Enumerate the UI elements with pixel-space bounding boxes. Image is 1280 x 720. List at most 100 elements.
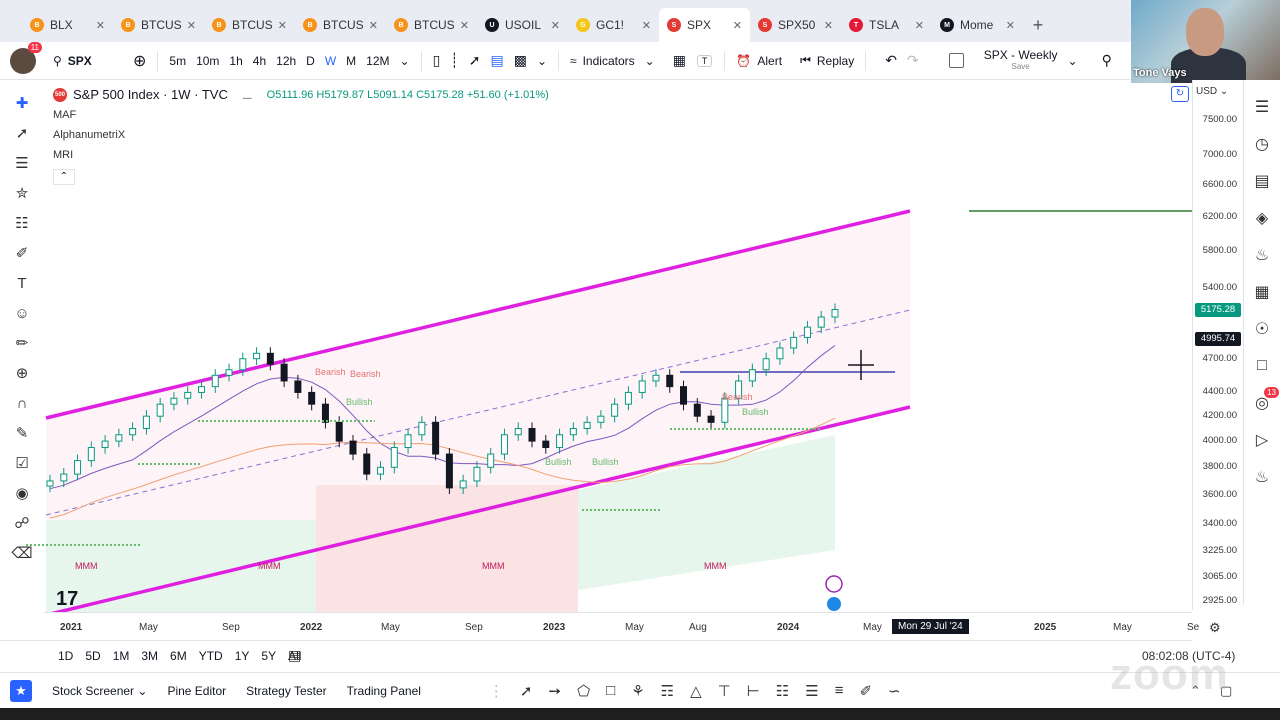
price-axis[interactable]: 7500.00 7000.00 6600.00 6200.00 5800.00 5400.… bbox=[1192, 80, 1243, 610]
series-dots-icon[interactable]: ⚊ bbox=[242, 85, 253, 105]
browser-tab[interactable]: B BTCUS ✕ bbox=[295, 8, 386, 42]
indicator-maf[interactable]: MAF bbox=[53, 105, 549, 125]
line-chart-type-icon[interactable]: ➚ bbox=[464, 52, 486, 69]
active-chart-type-icon[interactable]: ▤ bbox=[485, 52, 508, 69]
browser-tab[interactable]: G GC1! ✕ bbox=[568, 8, 659, 42]
browser-tab[interactable]: B BTCUS ✕ bbox=[204, 8, 295, 42]
fib-extension-icon[interactable]: ☰ bbox=[797, 682, 826, 700]
alerts-clock-icon[interactable]: ◷ bbox=[1247, 125, 1277, 162]
callout-icon[interactable]: □ bbox=[598, 682, 623, 699]
interval-12h[interactable]: 12h bbox=[271, 54, 301, 68]
interval-10m[interactable]: 10m bbox=[191, 54, 224, 68]
fib-icon[interactable]: ☷ bbox=[768, 682, 797, 700]
watchlist-icon[interactable]: ☰ bbox=[1247, 88, 1277, 125]
interval-d[interactable]: D bbox=[301, 54, 320, 68]
interval-m[interactable]: M bbox=[341, 54, 361, 68]
range-icon[interactable]: ⊢ bbox=[739, 682, 768, 700]
layers-icon[interactable]: ◈ bbox=[1247, 199, 1277, 236]
curve-icon[interactable]: ∽ bbox=[880, 682, 909, 700]
shape-icon[interactable]: ⬠ bbox=[569, 682, 598, 700]
chart-type-icon[interactable]: ▩ bbox=[509, 52, 532, 69]
ideas-bulb-icon[interactable]: ☉ bbox=[1247, 310, 1277, 347]
close-icon[interactable]: ✕ bbox=[915, 19, 924, 32]
strategy-tester-tab[interactable]: Strategy Tester bbox=[236, 684, 336, 698]
range-1m[interactable]: 1M bbox=[107, 649, 136, 663]
goto-date-icon[interactable]: ▤ bbox=[288, 647, 301, 664]
notifications-bell-icon[interactable]: ♨ bbox=[1247, 458, 1277, 495]
close-icon[interactable]: ✕ bbox=[460, 19, 469, 32]
browser-tab[interactable]: B BTCUS ✕ bbox=[113, 8, 204, 42]
replay-button[interactable]: ⏮ Replay bbox=[795, 53, 859, 68]
browser-tab[interactable]: B BLX ✕ bbox=[22, 8, 113, 42]
close-icon[interactable]: ✕ bbox=[96, 19, 105, 32]
browser-tab[interactable]: T TSLA ✕ bbox=[841, 8, 932, 42]
chevron-down-icon[interactable]: ⌄ bbox=[1063, 54, 1083, 68]
chevron-down-icon[interactable]: ⌄ bbox=[395, 54, 415, 68]
candles-chart-type-icon[interactable]: ▯ bbox=[428, 52, 446, 69]
browser-tab[interactable]: B BTCUS ✕ bbox=[386, 8, 477, 42]
script-t-icon[interactable]: T bbox=[696, 54, 713, 67]
browser-tab[interactable]: U USOIL ✕ bbox=[477, 8, 568, 42]
indicator-mri[interactable]: MRI bbox=[53, 145, 549, 165]
drag-handle-icon[interactable]: ⋮ bbox=[481, 682, 512, 700]
close-icon[interactable]: ✕ bbox=[733, 19, 742, 32]
streams-icon[interactable]: ◎ 13 bbox=[1247, 384, 1279, 421]
pine-icon[interactable]: ▷ bbox=[1247, 421, 1277, 458]
range-3m[interactable]: 3M bbox=[135, 649, 164, 663]
close-icon[interactable]: ✕ bbox=[824, 19, 833, 32]
range-5d[interactable]: 5D bbox=[79, 649, 106, 663]
trend-line-icon[interactable]: ➚ bbox=[512, 682, 541, 700]
layout-checkbox[interactable] bbox=[944, 53, 969, 68]
time-axis[interactable]: 2021 May Sep 2022 May Sep 2023 May Aug 2024 May 202… bbox=[44, 612, 1199, 640]
pine-editor-tab[interactable]: Pine Editor bbox=[157, 684, 236, 698]
pitchfork-icon[interactable]: ⚘ bbox=[623, 682, 652, 700]
user-avatar[interactable]: 11 bbox=[10, 41, 42, 74]
close-icon[interactable]: ✕ bbox=[278, 19, 287, 32]
brush-icon[interactable]: ✐ bbox=[851, 682, 880, 700]
auto-scale-icon[interactable]: ↻ bbox=[1171, 86, 1189, 102]
interval-5m[interactable]: 5m bbox=[164, 54, 191, 68]
compare-add-icon[interactable]: ⊕ bbox=[128, 51, 151, 71]
templates-grid-icon[interactable]: ▦ bbox=[668, 52, 691, 69]
data-window-icon[interactable]: ▤ bbox=[1247, 162, 1277, 199]
indicators-button[interactable]: ≈ Indicators bbox=[565, 54, 640, 68]
position-icon[interactable]: ⊤ bbox=[710, 682, 739, 700]
browser-tab[interactable]: M Mome ✕ bbox=[932, 8, 1023, 42]
browser-tab[interactable]: S SPX ✕ bbox=[659, 8, 750, 42]
ray-icon[interactable]: ➙ bbox=[541, 682, 570, 700]
favorites-star-icon[interactable]: ★ bbox=[10, 679, 32, 702]
range-1y[interactable]: 1Y bbox=[229, 649, 256, 663]
range-1d[interactable]: 1D bbox=[52, 649, 79, 663]
close-icon[interactable]: ✕ bbox=[642, 19, 651, 32]
range-ytd[interactable]: YTD bbox=[193, 649, 229, 663]
interval-4h[interactable]: 4h bbox=[248, 54, 271, 68]
symbol-search[interactable]: ⚲ SPX bbox=[48, 54, 128, 68]
hotlist-fire-icon[interactable]: ♨ bbox=[1247, 236, 1277, 273]
triangle-icon[interactable]: △ bbox=[682, 682, 710, 700]
gann-icon[interactable]: ≡ bbox=[827, 682, 852, 699]
interval-1h[interactable]: 1h bbox=[224, 54, 247, 68]
chevron-down-icon[interactable]: ⌄ bbox=[640, 54, 660, 68]
close-icon[interactable]: ✕ bbox=[369, 19, 378, 32]
layout-name[interactable]: SPX - Weekly Save bbox=[979, 49, 1063, 73]
bars-pattern-icon[interactable]: ☶ bbox=[653, 682, 682, 700]
quick-search-icon[interactable]: ⚲ bbox=[1097, 52, 1117, 69]
bars-chart-type-icon[interactable]: ┊ bbox=[445, 52, 463, 69]
new-tab-plus-icon[interactable]: + bbox=[1023, 8, 1053, 42]
interval-w[interactable]: W bbox=[320, 54, 341, 68]
interval-12m[interactable]: 12M bbox=[361, 54, 394, 68]
browser-tab[interactable]: S SPX50 ✕ bbox=[750, 8, 841, 42]
collapse-legend-button[interactable]: ⌃ bbox=[53, 169, 75, 185]
chat-icon[interactable]: □ bbox=[1247, 347, 1277, 384]
alert-button[interactable]: ⏰ Alert bbox=[731, 54, 787, 68]
close-icon[interactable]: ✕ bbox=[1006, 19, 1015, 32]
calendar-icon[interactable]: ▦ bbox=[1247, 273, 1277, 310]
indicator-alphanumetrix[interactable]: AlphanumetriX bbox=[53, 125, 549, 145]
stock-screener-tab[interactable]: Stock Screener ⌄ bbox=[42, 684, 157, 698]
range-6m[interactable]: 6M bbox=[164, 649, 193, 663]
chevron-down-icon[interactable]: ⌄ bbox=[532, 54, 552, 68]
settings-gear-icon[interactable]: ⚙ bbox=[1209, 620, 1221, 636]
currency-selector[interactable]: USD ⌄ bbox=[1196, 86, 1228, 97]
range-5y[interactable]: 5Y bbox=[255, 649, 282, 663]
trading-panel-tab[interactable]: Trading Panel bbox=[337, 684, 431, 698]
